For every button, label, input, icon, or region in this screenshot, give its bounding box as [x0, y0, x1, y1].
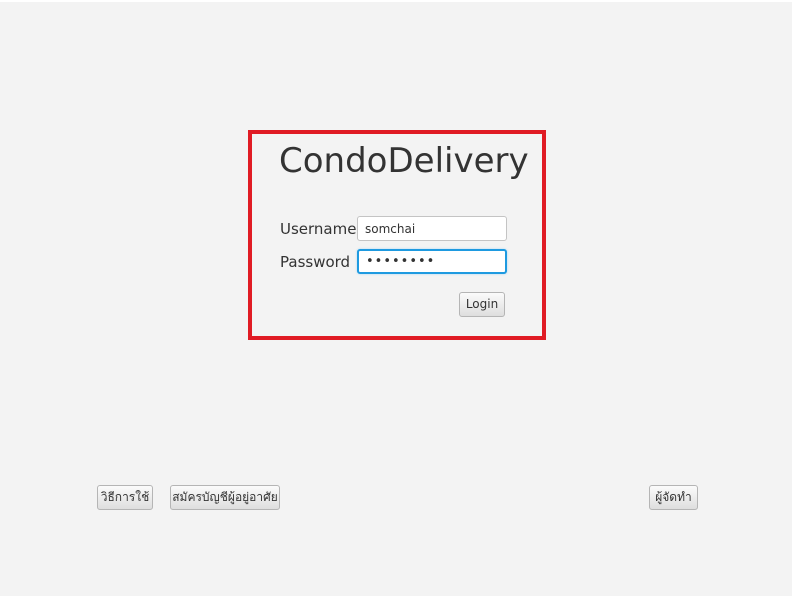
app-title: CondoDelivery: [279, 141, 529, 181]
password-input[interactable]: [357, 249, 507, 274]
about-developers-button[interactable]: ผู้จัดทำ: [649, 485, 698, 510]
password-label: Password: [280, 253, 351, 271]
how-to-use-button[interactable]: วิธีการใช้: [97, 485, 153, 510]
username-label: Username: [280, 220, 357, 238]
login-button[interactable]: Login: [459, 292, 505, 317]
username-input[interactable]: [357, 216, 507, 241]
app-window: CondoDelivery Username Password Login วิ…: [0, 0, 792, 596]
register-resident-button[interactable]: สมัครบัญชีผู้อยู่อาศัย: [170, 485, 280, 510]
